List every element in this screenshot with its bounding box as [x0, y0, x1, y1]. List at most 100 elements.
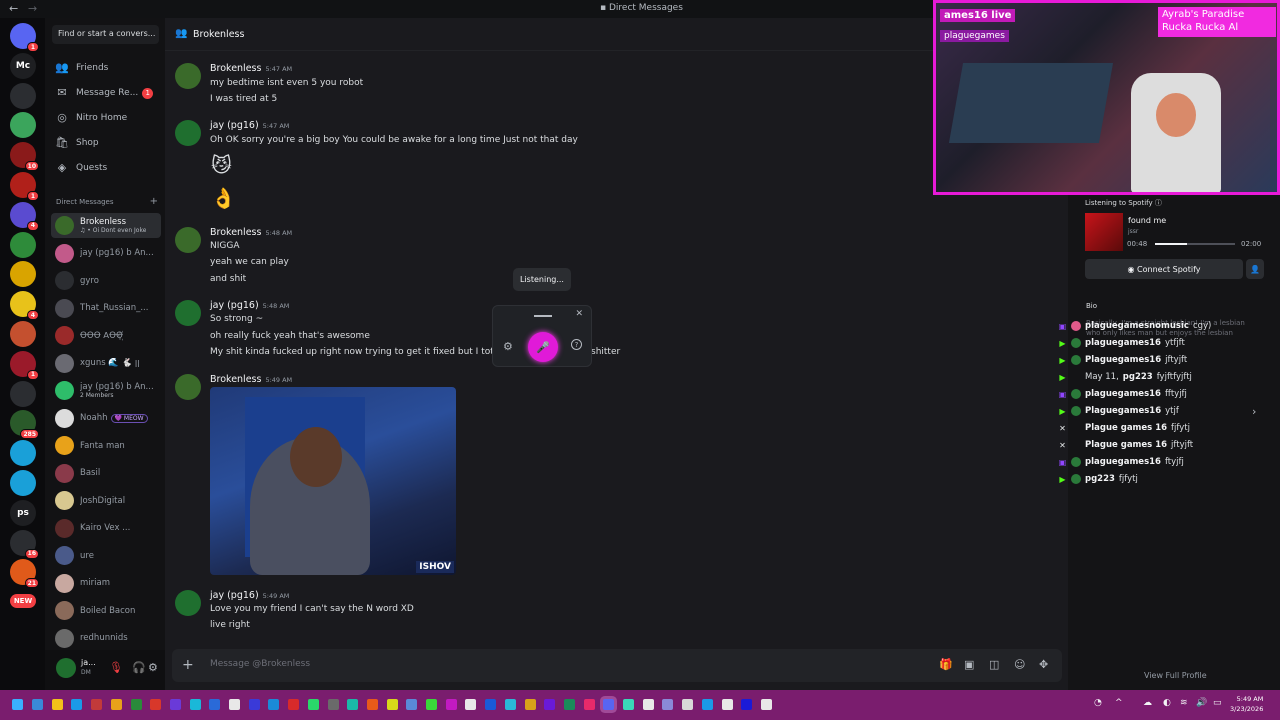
gear-icon[interactable]: ⚙	[148, 661, 158, 674]
speaker-icon[interactable]: 🔊	[1196, 698, 1207, 708]
dm-item[interactable]: Basil	[51, 461, 161, 486]
taskbar-app-icon[interactable]	[229, 699, 240, 710]
dm-item[interactable]: Noahh 💜 MEOW	[51, 406, 161, 431]
taskbar-app-icon[interactable]	[71, 699, 83, 710]
taskbar-app-icon[interactable]	[760, 699, 772, 710]
add-dm-icon[interactable]: +	[150, 196, 158, 207]
taskbar-app-icon[interactable]	[169, 699, 181, 710]
server-icon-ps[interactable]: ps	[10, 499, 36, 526]
taskbar-app-icon[interactable]	[347, 699, 359, 710]
taskbar-app-icon[interactable]	[32, 699, 43, 710]
taskbar-app-icon[interactable]	[524, 699, 536, 710]
taskbar-app-icon[interactable]	[603, 699, 615, 710]
taskbar-app-icon[interactable]	[504, 699, 516, 710]
headphones-icon[interactable]: 🎧	[132, 661, 146, 674]
nav-item-friends[interactable]: 👥 Friends	[55, 59, 163, 77]
server-icon-red-a[interactable]: 10	[10, 142, 39, 172]
dm-item[interactable]: redhunnids	[51, 626, 161, 651]
microphone-icon[interactable]: 🎤	[528, 332, 558, 362]
notification-icon[interactable]: ◔	[1094, 698, 1102, 708]
taskbar-app-icon[interactable]	[189, 699, 201, 710]
server-icon-bw[interactable]	[10, 380, 36, 407]
taskbar-app-icon[interactable]	[465, 699, 477, 710]
server-icon-red-b[interactable]: 1	[10, 172, 39, 201]
server-icon-pika[interactable]: 4	[10, 291, 39, 321]
server-icon-ninja[interactable]	[10, 82, 36, 109]
attach-plus-icon[interactable]: +	[182, 657, 194, 673]
avatar[interactable]	[175, 120, 201, 146]
back-arrow-icon[interactable]: ←	[9, 2, 18, 15]
avatar[interactable]	[175, 300, 201, 326]
dm-item[interactable]: miriam	[51, 571, 161, 596]
taskbar-app-icon[interactable]	[426, 699, 437, 710]
avatar[interactable]	[175, 227, 201, 253]
server-icon-bird[interactable]: 16	[10, 529, 39, 559]
settings-gear-icon[interactable]: ⚙	[503, 340, 513, 353]
taskbar-app-icon[interactable]	[445, 699, 457, 710]
taskbar-app-icon[interactable]	[288, 699, 300, 710]
message-author[interactable]: Brokenless 5:48 AM	[210, 227, 292, 238]
server-icon-mc[interactable]: Mc	[10, 52, 36, 79]
dm-item[interactable]: Kairo Vex ...	[51, 516, 161, 541]
forward-arrow-icon[interactable]: →	[28, 2, 37, 15]
taskbar-app-icon[interactable]	[91, 699, 103, 710]
nav-item-shop[interactable]: 🛍 Shop	[55, 134, 163, 152]
user-add-icon[interactable]: 👤	[1246, 259, 1264, 279]
dm-item[interactable]: Fanta man	[51, 433, 161, 458]
taskbar-app-icon[interactable]	[327, 699, 339, 710]
message-author[interactable]: jay (pg16) 5:47 AM	[210, 120, 289, 131]
dm-item[interactable]: That_Russian_...	[51, 296, 161, 321]
mute-mic-icon[interactable]: 🎙	[109, 661, 123, 674]
dm-item[interactable]: JoshDigital	[51, 488, 161, 513]
message-author[interactable]: jay (pg16) 5:49 AM	[210, 590, 289, 601]
server-icon-purple[interactable]: 4	[10, 201, 39, 231]
taskbar-app-icon[interactable]	[209, 699, 221, 710]
start-button-icon[interactable]	[12, 699, 23, 710]
message-input[interactable]: Message @Brokenless	[210, 659, 310, 669]
song-artist[interactable]: jssr	[1128, 228, 1138, 235]
wifi-icon[interactable]: ≋	[1180, 698, 1188, 708]
taskbar-app-icon[interactable]	[406, 699, 418, 710]
message-composer[interactable]: + Message @Brokenless 🎁 ▣ ◫ ☺ ✥	[172, 649, 1062, 682]
dm-item[interactable]: jay (pg16) b An... 2 Members	[51, 378, 161, 403]
attached-image[interactable]: ISHOV	[210, 387, 456, 575]
server-icon-orange[interactable]: 21	[10, 559, 39, 589]
taskbar-app-icon[interactable]	[682, 699, 694, 710]
server-icon-yellow[interactable]	[10, 261, 36, 288]
taskbar-app-icon[interactable]	[563, 699, 575, 710]
close-icon[interactable]: ✕	[575, 309, 583, 319]
taskbar-app-icon[interactable]	[642, 699, 654, 710]
connect-spotify-button[interactable]: ◉ Connect Spotify	[1085, 259, 1243, 279]
view-full-profile-link[interactable]: View Full Profile	[1144, 671, 1207, 680]
taskbar-app-icon[interactable]	[268, 699, 280, 710]
avatar[interactable]	[175, 374, 201, 400]
drag-handle[interactable]	[534, 315, 552, 317]
taskbar-app-icon[interactable]	[721, 699, 733, 710]
chevron-up-icon[interactable]: ^	[1115, 698, 1123, 708]
sticker-icon[interactable]: ◫	[989, 658, 999, 671]
gif-icon[interactable]: ▣	[964, 658, 974, 671]
apps-icon[interactable]: ✥	[1039, 658, 1048, 671]
dm-item[interactable]: Brokenless ♫ • Oi Dont even Joke	[51, 213, 161, 238]
taskbar-app-icon[interactable]	[307, 699, 319, 710]
emoji-icon[interactable]: ☺	[1014, 658, 1025, 671]
server-icon-discord-home[interactable]: 1	[10, 23, 39, 52]
server-icon-badge-285[interactable]: 285	[10, 410, 39, 440]
nav-item-quests[interactable]: ◈ Quests	[55, 159, 163, 177]
dm-item[interactable]: ure	[51, 543, 161, 568]
palette-icon[interactable]: ◐	[1163, 698, 1171, 708]
taskbar-app-icon[interactable]	[544, 699, 556, 710]
taskbar-app-icon[interactable]	[51, 699, 63, 710]
dm-item[interactable]: jay (pg16) b An...	[51, 241, 161, 266]
help-icon[interactable]: ?	[571, 339, 582, 350]
dm-item[interactable]: ꝊꝊꝊ ꓮꝊꝊ꙰꙰	[51, 323, 161, 348]
taskbar-clock[interactable]: 5:49 AM 3/23/2026	[1230, 694, 1263, 714]
taskbar-app-icon[interactable]	[110, 699, 122, 710]
taskbar-app-icon[interactable]	[662, 699, 674, 710]
server-icon-heart-b[interactable]	[10, 470, 36, 496]
taskbar-app-icon[interactable]	[248, 699, 260, 710]
taskbar-app-icon[interactable]	[386, 699, 398, 710]
avatar[interactable]	[175, 63, 201, 89]
cloud-icon[interactable]: ☁	[1143, 698, 1152, 708]
taskbar-app-icon[interactable]	[130, 699, 142, 710]
